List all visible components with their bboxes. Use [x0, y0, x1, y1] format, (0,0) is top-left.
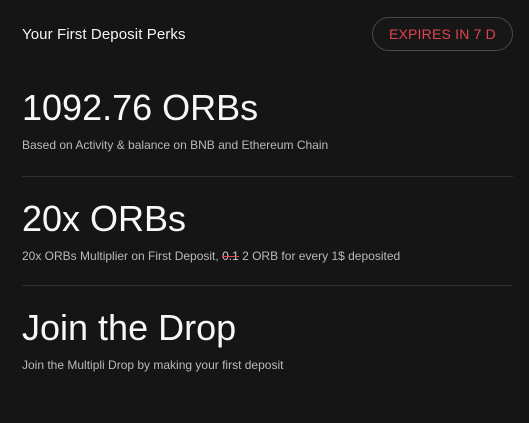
divider: [22, 176, 513, 177]
perk-join-drop: Join the Drop Join the Multipli Drop by …: [22, 307, 513, 373]
perk-orbs-balance: 1092.76 ORBs Based on Activity & balance…: [22, 87, 513, 153]
perk-orbs-balance-description: Based on Activity & balance on BNB and E…: [22, 138, 329, 152]
perk-join-drop-description: Join the Multipli Drop by making your fi…: [22, 358, 284, 372]
multiplier-description-suffix: 2 ORB for every 1$ deposited: [238, 249, 401, 263]
perks-title: Your First Deposit Perks: [22, 25, 186, 43]
multiplier-old-rate: 0.1: [222, 249, 239, 263]
perk-multiplier-headline: 20x ORBs: [22, 198, 187, 239]
multiplier-description-prefix: 20x ORBs Multiplier on First Deposit,: [22, 249, 223, 263]
divider: [22, 285, 513, 286]
deposit-perks-card: Your First Deposit Perks EXPIRES IN 7 D …: [0, 0, 529, 423]
perk-multiplier: 20x ORBs 20x ORBs Multiplier on First De…: [22, 198, 513, 264]
expires-badge: EXPIRES IN 7 D: [371, 17, 513, 51]
perks-header: Your First Deposit Perks EXPIRES IN 7 D: [22, 16, 513, 52]
perk-join-drop-headline: Join the Drop: [22, 307, 237, 348]
perk-orbs-balance-headline: 1092.76 ORBs: [22, 87, 259, 128]
perk-multiplier-description: 20x ORBs Multiplier on First Deposit, 0.…: [22, 249, 513, 263]
